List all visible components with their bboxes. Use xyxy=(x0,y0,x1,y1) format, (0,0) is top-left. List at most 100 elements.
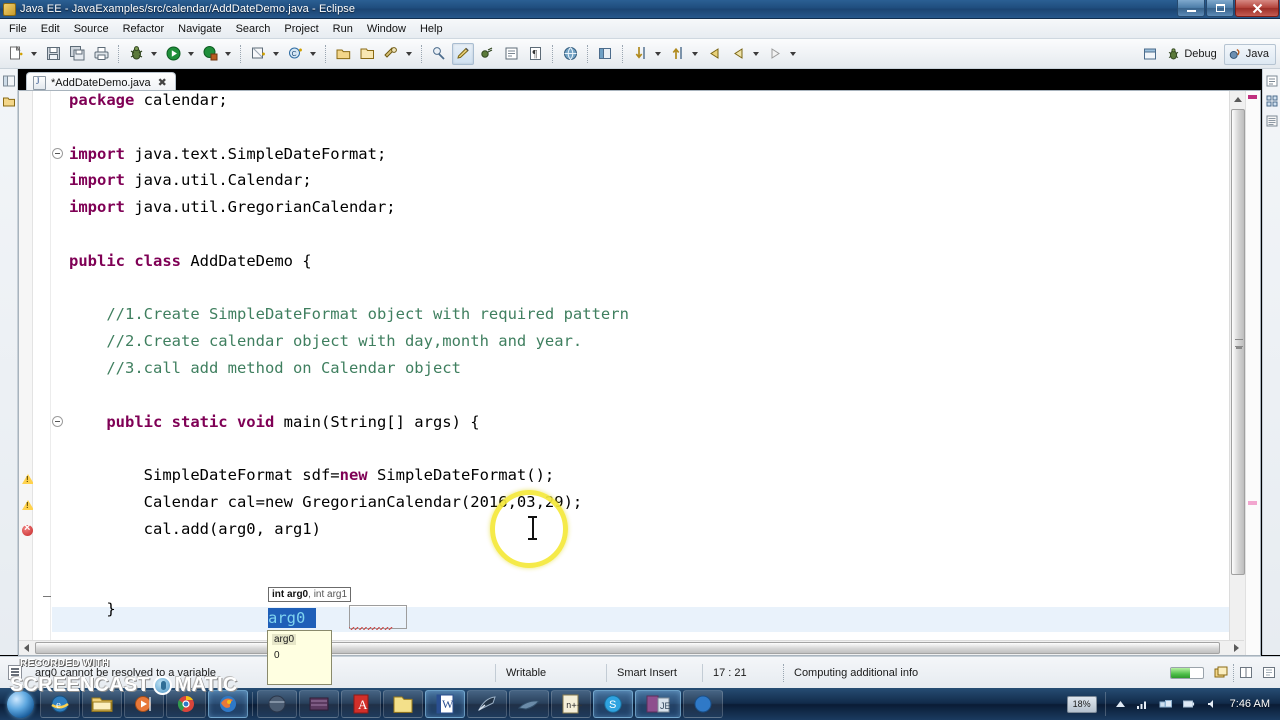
tray-volume-icon[interactable] xyxy=(1204,694,1221,714)
taskbar-disc-tool[interactable] xyxy=(299,690,339,718)
minimize-button[interactable] xyxy=(1177,0,1205,17)
run-button[interactable] xyxy=(162,43,184,65)
new-wizard-button[interactable] xyxy=(5,43,27,65)
new-class-button[interactable]: C xyxy=(284,43,306,65)
scroll-left-arrow-icon[interactable] xyxy=(19,641,34,655)
menu-refactor[interactable]: Refactor xyxy=(116,21,172,37)
taskbar-file-explorer[interactable] xyxy=(82,690,122,718)
tray-battery-icon[interactable] xyxy=(1181,694,1198,714)
show-progress-view-icon[interactable] xyxy=(1213,665,1230,681)
block-selection-button[interactable] xyxy=(500,43,522,65)
print-button[interactable] xyxy=(90,43,112,65)
perspective-debug[interactable]: Debug xyxy=(1162,44,1223,65)
editor-layout-icon[interactable] xyxy=(1237,665,1254,681)
code-editor[interactable]: package calendar; import java.text.Simpl… xyxy=(18,90,1261,685)
taskbar-skype[interactable]: S xyxy=(593,690,633,718)
package-explorer-icon[interactable] xyxy=(1,93,17,109)
taskbar-eclipse[interactable]: JE xyxy=(635,690,681,718)
tab-close-icon[interactable]: ✖ xyxy=(158,76,167,89)
tray-clock[interactable]: 7:46 AM xyxy=(1230,698,1270,710)
new-wizard-dropdown[interactable] xyxy=(28,43,39,65)
save-button[interactable] xyxy=(42,43,64,65)
previous-annotation-dropdown[interactable] xyxy=(689,43,700,65)
taskbar-media-player[interactable] xyxy=(124,690,164,718)
new-class-dropdown[interactable] xyxy=(307,43,318,65)
overview-occurrence-mark[interactable] xyxy=(1248,501,1257,505)
menu-source[interactable]: Source xyxy=(67,21,116,37)
taskbar-browser-2[interactable] xyxy=(257,690,297,718)
external-tools-button[interactable] xyxy=(199,43,221,65)
tray-show-hidden-icon[interactable] xyxy=(1112,694,1129,714)
vertical-scroll-thumb[interactable] xyxy=(1231,109,1245,575)
taskbar-shark-app[interactable] xyxy=(509,690,549,718)
new-java-project-dropdown[interactable] xyxy=(270,43,281,65)
save-all-button[interactable] xyxy=(66,43,88,65)
scroll-right-arrow-icon[interactable] xyxy=(1229,641,1244,655)
open-web-browser-button[interactable] xyxy=(559,43,581,65)
close-button[interactable] xyxy=(1235,0,1279,17)
back-dropdown[interactable] xyxy=(750,43,761,65)
tray-signal-icon[interactable] xyxy=(1135,694,1152,714)
taskbar-firefox[interactable] xyxy=(208,690,248,718)
code-canvas[interactable]: package calendar; import java.text.Simpl… xyxy=(51,91,1228,639)
editor-tab-adddatedemo[interactable]: *AddDateDemo.java ✖ xyxy=(26,72,176,92)
search-dropdown[interactable] xyxy=(403,43,414,65)
taskbar-browser-3[interactable] xyxy=(683,690,723,718)
overview-error-mark[interactable] xyxy=(1248,95,1257,99)
taskbar-satellite-tool[interactable] xyxy=(467,690,507,718)
smart-insert-toggle-icon[interactable] xyxy=(1260,665,1277,681)
task-list-icon[interactable] xyxy=(1264,93,1280,109)
start-button[interactable] xyxy=(1,689,39,719)
menu-project[interactable]: Project xyxy=(277,21,325,37)
horizontal-scroll-thumb[interactable] xyxy=(35,642,1220,654)
outline-view-icon[interactable] xyxy=(1264,73,1280,89)
taskbar-internet-explorer[interactable]: e xyxy=(40,690,80,718)
scroll-up-arrow-icon[interactable] xyxy=(1230,91,1246,107)
new-java-project-button[interactable] xyxy=(247,43,269,65)
menu-window[interactable]: Window xyxy=(360,21,413,37)
open-type-button[interactable] xyxy=(332,43,354,65)
taskbar-chrome[interactable] xyxy=(166,690,206,718)
restore-package-explorer-icon[interactable] xyxy=(1,73,17,89)
problems-view-icon[interactable] xyxy=(1264,113,1280,129)
editor-horizontal-scrollbar[interactable] xyxy=(19,640,1244,655)
menu-run[interactable]: Run xyxy=(326,21,360,37)
menu-navigate[interactable]: Navigate xyxy=(171,21,228,37)
previous-annotation-button[interactable] xyxy=(666,43,688,65)
open-perspective-icon-button[interactable] xyxy=(1140,44,1160,64)
menu-edit[interactable]: Edit xyxy=(34,21,67,37)
debug-dropdown[interactable] xyxy=(148,43,159,65)
editor-overview-ruler[interactable] xyxy=(1245,91,1260,655)
editor-annotation-gutter[interactable] xyxy=(19,91,34,655)
taskbar-word[interactable]: W xyxy=(425,690,465,718)
run-dropdown[interactable] xyxy=(185,43,196,65)
editor-vertical-scrollbar[interactable] xyxy=(1229,91,1245,655)
search-button[interactable] xyxy=(380,43,402,65)
next-annotation-button[interactable] xyxy=(629,43,651,65)
open-perspective-button[interactable] xyxy=(594,43,616,65)
perspective-java[interactable]: Java xyxy=(1223,43,1276,65)
cpu-usage-badge[interactable]: 18% xyxy=(1066,695,1097,713)
back-button[interactable] xyxy=(727,43,749,65)
editor-folding-gutter[interactable] xyxy=(33,91,51,655)
tray-network-icon[interactable] xyxy=(1158,694,1175,714)
menu-file[interactable]: File xyxy=(2,21,34,37)
maximize-button[interactable] xyxy=(1206,0,1234,17)
svg-text:A: A xyxy=(358,697,368,712)
taskbar-notes[interactable] xyxy=(383,690,423,718)
skip-breakpoints-button[interactable] xyxy=(476,43,498,65)
taskbar-adobe-reader[interactable]: A xyxy=(341,690,381,718)
taskbar-cpp-ide[interactable]: n++ xyxy=(551,690,591,718)
forward-button[interactable] xyxy=(764,43,786,65)
external-tools-dropdown[interactable] xyxy=(222,43,233,65)
menu-search[interactable]: Search xyxy=(229,21,278,37)
show-whitespace-button[interactable]: ¶ xyxy=(524,43,546,65)
mark-occurrences-button[interactable] xyxy=(452,42,474,65)
debug-button[interactable] xyxy=(125,43,147,65)
next-annotation-dropdown[interactable] xyxy=(652,43,663,65)
open-task-button[interactable] xyxy=(356,43,378,65)
forward-dropdown[interactable] xyxy=(787,43,798,65)
menu-help[interactable]: Help xyxy=(413,21,450,37)
last-edit-location-button[interactable] xyxy=(703,43,725,65)
link-helper-button[interactable] xyxy=(428,43,450,65)
